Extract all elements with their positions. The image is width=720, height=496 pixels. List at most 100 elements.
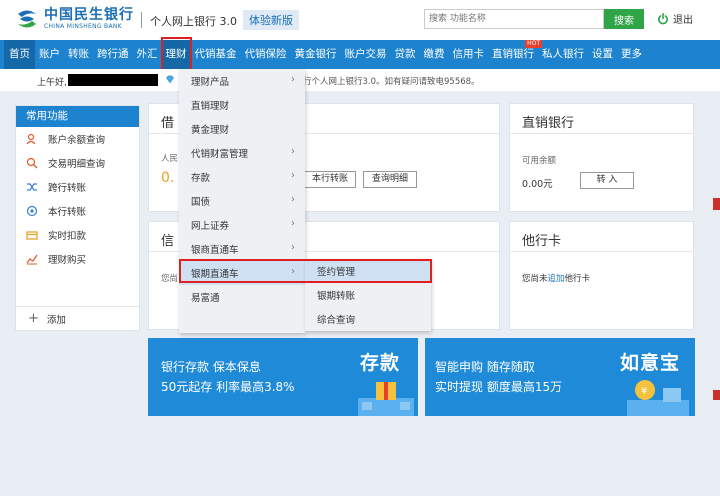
wallet-icon [26, 231, 38, 240]
debit-balance: 0. [161, 170, 175, 186]
query-details-button[interactable]: 查询明细 [363, 171, 417, 188]
sidebar-item-label: 账户余额查询 [48, 135, 106, 146]
add-shortcut-button[interactable]: + 添加 [16, 306, 139, 330]
menu-item-agency-wealth[interactable]: 代销财富管理 › [179, 141, 305, 165]
available-balance-label: 可用余额 [522, 156, 557, 166]
submenu-item-comprehensive-query[interactable]: 综合查询 [305, 307, 431, 331]
shortcuts-sidebar: 常用功能 账户余额查询 交易明细查询 跨行转账 本行转账 实时扣款 理财购买 +… [15, 105, 140, 331]
nav-item-funds[interactable]: 代销基金 [191, 40, 241, 69]
nav-item-wealth[interactable]: 理财 [160, 37, 192, 72]
site-title: 个人网上银行 3.0 [150, 15, 237, 28]
credit-card-title: 信 [161, 234, 175, 249]
credit-card-note: 您尚 [161, 274, 179, 284]
coin-icon: ¥ [627, 380, 689, 416]
menu-item-gold-wealth[interactable]: 黄金理财 [179, 117, 305, 141]
add-shortcut-label: 添加 [46, 314, 66, 326]
greeting-text: 上午好, [37, 78, 67, 88]
menu-item-bank-merchant-express[interactable]: 银商直通车 › [179, 237, 305, 261]
nav-item-insurance[interactable]: 代销保险 [241, 40, 291, 69]
magnifier-icon [26, 157, 38, 169]
chevron-right-icon: › [291, 170, 295, 181]
other-bank-card-panel: 他行卡 您尚未追加他行卡 [509, 221, 694, 330]
sidebar-item-realtime-debit[interactable]: 实时扣款 [16, 223, 139, 247]
floating-side-tab[interactable] [713, 390, 720, 400]
menu-item-wealth-products[interactable]: 理财产品 › [179, 69, 305, 93]
cycle-transfer-icon [26, 205, 38, 217]
nav-item-gold[interactable]: 黄金银行 [291, 40, 341, 69]
nav-item-direct-bank-label: 直销银行 [492, 48, 534, 60]
header-divider [141, 12, 142, 28]
menu-item-deposit[interactable]: 存款 › [179, 165, 305, 189]
sidebar-item-balance-query[interactable]: 账户余额查询 [16, 127, 139, 151]
nav-item-transfer[interactable]: 转账 [64, 40, 93, 69]
highlight-outline [179, 259, 432, 283]
logo-name-en: CHINA MINSHENG BANK [44, 23, 122, 30]
nav-item-more[interactable]: 更多 [617, 40, 646, 69]
submenu-item-futures-transfer[interactable]: 银期转账 [305, 283, 431, 307]
nav-item-payments[interactable]: 缴费 [420, 40, 449, 69]
welcome-bar: 上午好, 行个人网上银行3.0。如有疑问请致电95568。 [0, 69, 720, 91]
gift-box-icon [358, 382, 414, 416]
sidebar-item-label: 跨行转账 [48, 183, 87, 194]
shuffle-icon [27, 183, 37, 191]
direct-bank-balance: 0.00元 [522, 179, 553, 190]
sidebar-item-interbank-transfer[interactable]: 跨行转账 [16, 175, 139, 199]
redacted-username [68, 74, 158, 86]
ruyibao-banner[interactable]: 智能申购 随存随取 实时提现 额度最高15万 如意宝 ¥ [425, 338, 695, 416]
search-button[interactable]: 搜索 [604, 9, 644, 29]
ruyibao-banner-line2: 实时提现 额度最高15万 [435, 380, 563, 394]
sidebar-item-internal-transfer[interactable]: 本行转账 [16, 199, 139, 223]
nav-item-interbank[interactable]: 跨行通 [93, 40, 133, 69]
nav-item-home[interactable]: 首页 [4, 40, 35, 69]
floating-side-tab[interactable] [713, 198, 720, 210]
sidebar-item-label: 交易明细查询 [48, 159, 106, 170]
header: 中国民生银行 CHINA MINSHENG BANK 个人网上银行 3.0 体验… [0, 0, 720, 40]
chart-icon [26, 254, 38, 265]
chevron-right-icon: › [291, 242, 295, 253]
plus-icon: + [28, 311, 39, 326]
main-nav: 首页 账户 转账 跨行通 外汇 理财 代销基金 代销保险 黄金银行 账户交易 贷… [0, 37, 720, 72]
chevron-right-icon: › [291, 146, 295, 157]
deposit-banner[interactable]: 银行存款 保本保息 50元起存 利率最高3.8% 存款 [148, 338, 418, 416]
nav-item-loans[interactable]: 贷款 [391, 40, 420, 69]
menu-item-bonds[interactable]: 国债 › [179, 189, 305, 213]
other-bank-card-text: 您尚未追加他行卡 [522, 274, 591, 284]
nav-item-private-bank[interactable]: 私人银行 [538, 40, 588, 69]
chevron-right-icon: › [291, 74, 295, 85]
logout-button[interactable]: 退出 [657, 11, 693, 26]
debit-card-title: 借 [161, 116, 175, 131]
sidebar-item-label: 本行转账 [48, 207, 87, 218]
diamond-icon [166, 75, 174, 84]
minsheng-logo-icon [18, 10, 36, 28]
nav-item-forex[interactable]: 外汇 [133, 40, 162, 69]
deposit-banner-title: 存款 [360, 352, 401, 374]
wealth-dropdown-menu: 理财产品 › 直销理财 黄金理财 代销财富管理 › 存款 › 国债 › 网上证券 › 银商… [179, 69, 305, 333]
deposit-banner-line1: 银行存款 保本保息 [161, 360, 261, 374]
sidebar-item-label: 理财购买 [48, 255, 87, 266]
add-other-card-link[interactable]: 追加 [548, 274, 565, 284]
transfer-in-button[interactable]: 转 入 [580, 172, 634, 189]
chevron-right-icon: › [291, 194, 295, 205]
nav-item-direct-bank[interactable]: 直销银行 HOT [488, 40, 542, 69]
menu-item-online-securities[interactable]: 网上证券 › [179, 213, 305, 237]
direct-bank-panel: 直销银行 可用余额 0.00元 转 入 [509, 103, 694, 212]
bank-logo[interactable]: 中国民生银行 CHINA MINSHENG BANK [14, 8, 134, 30]
direct-bank-title: 直销银行 [522, 116, 575, 131]
power-icon [658, 12, 668, 24]
sidebar-item-transaction-query[interactable]: 交易明细查询 [16, 151, 139, 175]
menu-item-direct-wealth[interactable]: 直销理财 [179, 93, 305, 117]
sidebar-title: 常用功能 [16, 106, 139, 127]
nav-item-settings[interactable]: 设置 [588, 40, 617, 69]
logo-name-cn: 中国民生银行 [44, 7, 134, 23]
nav-item-account[interactable]: 账户 [35, 40, 64, 69]
deposit-banner-line2: 50元起存 利率最高3.8% [161, 380, 295, 394]
internal-transfer-button[interactable]: 本行转账 [304, 171, 356, 188]
try-new-version-button[interactable]: 体验新版 [243, 10, 299, 30]
nav-item-account-trading[interactable]: 账户交易 [341, 40, 391, 69]
nav-item-credit-card[interactable]: 信用卡 [449, 40, 489, 69]
menu-item-yifutong[interactable]: 易富通 [179, 285, 305, 309]
sidebar-item-wealth-purchase[interactable]: 理财购买 [16, 247, 139, 271]
ruyibao-banner-line1: 智能申购 随存随取 [435, 360, 535, 374]
sidebar-item-label: 实时扣款 [48, 231, 87, 242]
search-input[interactable] [424, 9, 604, 29]
